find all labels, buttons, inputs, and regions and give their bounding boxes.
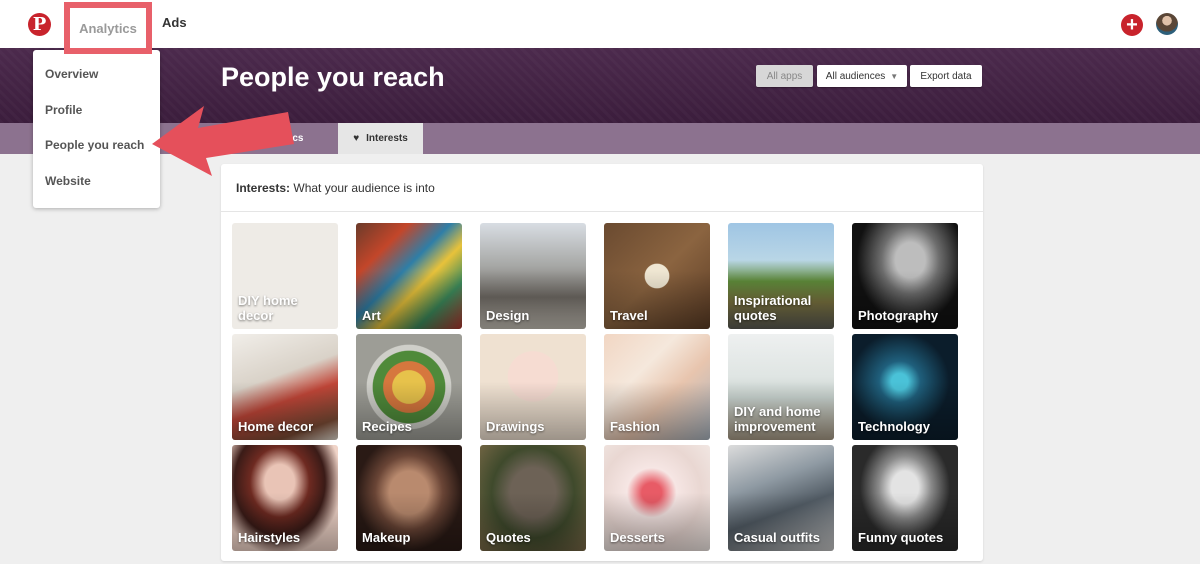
menu-item-people-you-reach[interactable]: People you reach (45, 138, 144, 152)
card-heading-text: What your audience is into (290, 181, 435, 195)
all-apps-button[interactable]: All apps (756, 65, 813, 87)
interest-tile-label: Quotes (486, 530, 531, 545)
interest-tile-label: DIY and home improvement (734, 404, 821, 434)
interest-tile-label: Drawings (486, 419, 545, 434)
interest-tile-label: Recipes (362, 419, 412, 434)
interest-tile-label: Technology (858, 419, 930, 434)
interest-tile[interactable]: Casual outfits (728, 445, 834, 551)
interest-tile-label: Travel (610, 308, 648, 323)
all-audiences-label: All audiences (825, 70, 886, 82)
interest-tile[interactable]: Drawings (480, 334, 586, 440)
interest-tile[interactable]: Quotes (480, 445, 586, 551)
interest-tile[interactable]: Home decor (232, 334, 338, 440)
add-pin-icon[interactable]: + (1121, 14, 1143, 36)
card-heading: Interests: What your audience is into (221, 164, 983, 212)
interest-tile[interactable]: Hairstyles (232, 445, 338, 551)
chevron-down-icon: ▼ (890, 71, 899, 81)
interest-tile[interactable]: Recipes (356, 334, 462, 440)
interest-tile-label: Desserts (610, 530, 665, 545)
all-audiences-dropdown[interactable]: All audiences ▼ (817, 65, 907, 87)
analytics-nav-link[interactable]: Analytics (64, 2, 152, 54)
interest-tile-label: Hairstyles (238, 530, 301, 545)
card-heading-bold: Interests: (236, 181, 291, 195)
interest-tile[interactable]: Technology (852, 334, 958, 440)
interest-tile[interactable]: Photography (852, 223, 958, 329)
interest-tile[interactable]: Art (356, 223, 462, 329)
interest-tile[interactable]: Funny quotes (852, 445, 958, 551)
menu-item-overview[interactable]: Overview (45, 67, 98, 81)
tab-interests[interactable]: ♥ Interests (338, 123, 423, 154)
interest-tile-label: Photography (858, 308, 939, 323)
logo-glyph: P (32, 14, 47, 35)
interest-tile[interactable]: Makeup (356, 445, 462, 551)
interest-tile[interactable]: Inspirational quotes (728, 223, 834, 329)
annotation-arrow-icon (152, 106, 294, 176)
interest-tile[interactable]: DIY and home improvement (728, 334, 834, 440)
avatar[interactable] (1156, 13, 1178, 35)
interest-tile-label: Casual outfits (734, 530, 820, 545)
analytics-dropdown-menu: Overview Profile People you reach Websit… (33, 50, 160, 208)
interest-tile[interactable]: Design (480, 223, 586, 329)
interest-tile-label: Inspirational quotes (734, 293, 812, 323)
interest-tile[interactable]: DIY home decor (232, 223, 338, 329)
menu-item-profile[interactable]: Profile (45, 103, 82, 117)
interest-tile-label: Design (486, 308, 530, 323)
interest-tile-label: DIY home decor (238, 293, 298, 323)
tab-interests-label: Interests (366, 133, 408, 144)
interests-card: Interests: What your audience is into DI… (221, 164, 983, 561)
interest-tile[interactable]: Travel (604, 223, 710, 329)
interest-tile-label: Makeup (362, 530, 411, 545)
pinterest-logo-icon[interactable]: P (28, 13, 51, 36)
page-title: People you reach (221, 62, 445, 92)
export-data-button[interactable]: Export data (910, 65, 982, 87)
heart-icon: ♥ (353, 133, 360, 144)
interest-tile[interactable]: Fashion (604, 334, 710, 440)
menu-item-website[interactable]: Website (45, 174, 91, 188)
interests-grid: DIY home decor Art Design Travel Inspira… (232, 223, 958, 551)
interest-tile[interactable]: Desserts (604, 445, 710, 551)
top-bar: P Ads + (0, 0, 1200, 48)
interest-tile-label: Art (362, 308, 381, 323)
interest-tile-label: Fashion (610, 419, 660, 434)
interest-tile-label: Funny quotes (858, 530, 944, 545)
ads-nav-link[interactable]: Ads (162, 15, 187, 30)
interest-tile-label: Home decor (238, 419, 314, 434)
